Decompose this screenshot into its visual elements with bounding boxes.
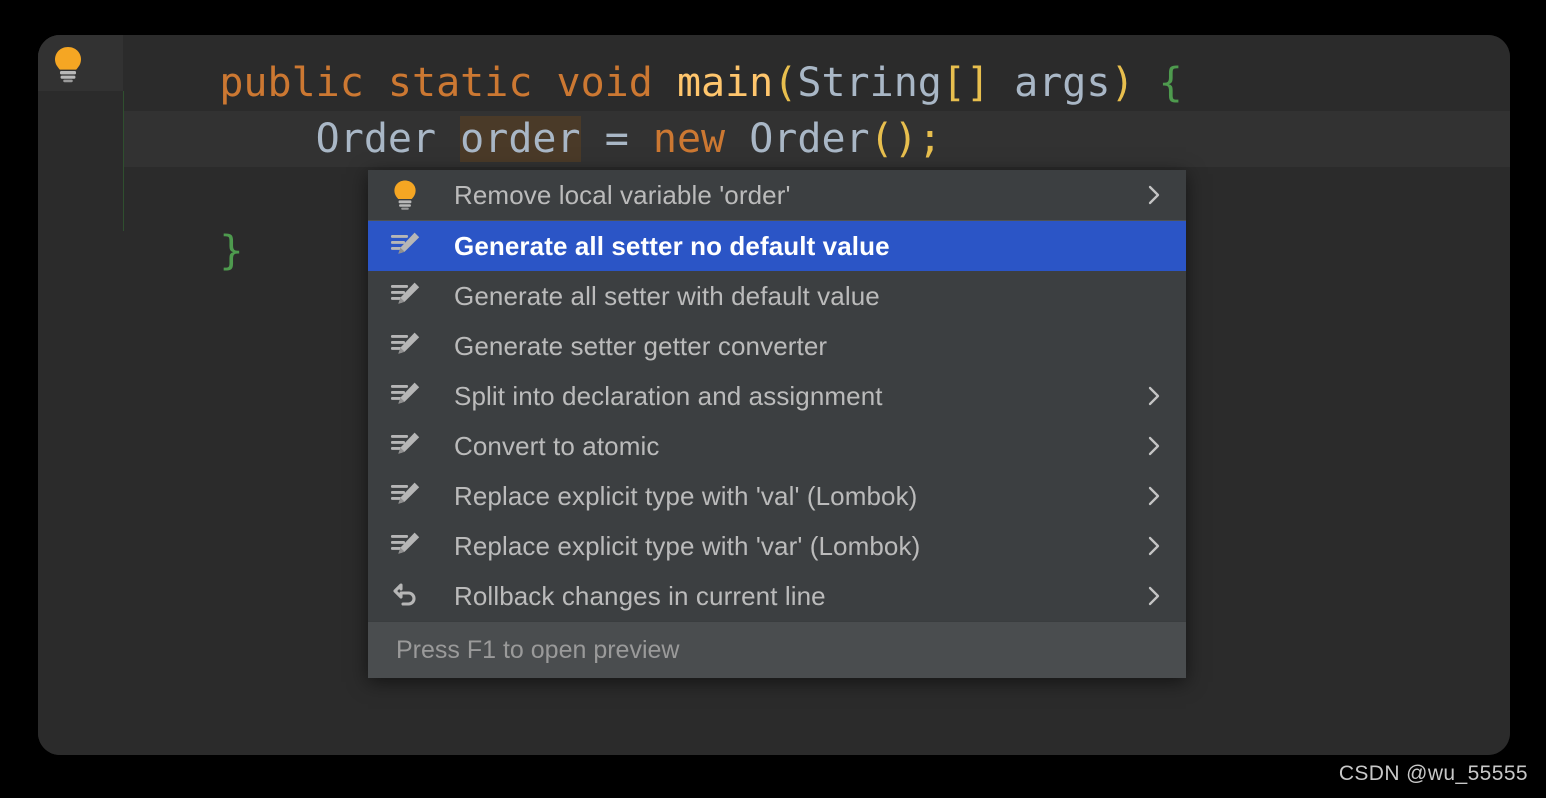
code-line-text: } — [123, 223, 243, 279]
editor-gutter[interactable] — [38, 35, 123, 755]
code-token: Order — [749, 116, 870, 162]
intention-pencil-icon — [390, 530, 430, 562]
code-token: ( — [773, 60, 798, 106]
code-token: new — [652, 116, 726, 162]
popup-footer: Press F1 to open preview — [368, 621, 1186, 678]
menu-item-label: Generate setter getter converter — [454, 330, 828, 361]
code-token: ) — [1110, 60, 1135, 106]
menu-item-4[interactable]: Split into declaration and assignment — [368, 371, 1186, 421]
code-token: Order — [315, 116, 437, 162]
rollback-undo-icon — [390, 580, 430, 612]
code-line-text: public static void main(String[] args) { — [123, 55, 1183, 111]
code-token: public — [219, 60, 364, 106]
menu-item-0[interactable]: Remove local variable 'order' — [368, 170, 1186, 220]
code-line: Order order = new Order(); — [38, 111, 1510, 167]
intention-pencil-icon — [390, 480, 430, 512]
menu-item-2[interactable]: Generate all setter with default value — [368, 271, 1186, 321]
intention-pencil-icon — [390, 380, 430, 412]
menu-item-label: Replace explicit type with 'val' (Lombok… — [454, 480, 918, 511]
code-token: String — [797, 60, 942, 106]
code-token: = — [604, 116, 629, 162]
code-token: static — [387, 60, 533, 106]
menu-item-1[interactable]: Generate all setter no default value — [368, 221, 1186, 271]
ide-window: public static void main(String[] args) {… — [38, 35, 1510, 755]
code-token: } — [219, 228, 244, 274]
chevron-right-icon[interactable] — [1132, 485, 1186, 507]
chevron-right-icon[interactable] — [1132, 184, 1186, 206]
intention-pencil-icon — [390, 330, 430, 362]
menu-item-label: Generate all setter with default value — [454, 280, 880, 311]
intention-pencil-icon — [390, 430, 430, 462]
menu-item-8[interactable]: Rollback changes in current line — [368, 571, 1186, 621]
menu-item-3[interactable]: Generate setter getter converter — [368, 321, 1186, 371]
intention-pencil-icon — [390, 230, 430, 262]
menu-item-6[interactable]: Replace explicit type with 'val' (Lombok… — [368, 471, 1186, 521]
menu-item-7[interactable]: Replace explicit type with 'var' (Lombok… — [368, 521, 1186, 571]
code-token: ; — [917, 116, 942, 162]
code-token: void — [556, 60, 653, 106]
chevron-right-icon[interactable] — [1132, 435, 1186, 457]
lightbulb-icon[interactable] — [50, 45, 86, 83]
menu-item-label: Convert to atomic — [454, 430, 660, 461]
intention-menu-list[interactable]: Remove local variable 'order' Generate al… — [368, 170, 1186, 621]
watermark-label: CSDN @wu_55555 — [1338, 762, 1528, 785]
chevron-right-icon[interactable] — [1132, 585, 1186, 607]
menu-item-label: Replace explicit type with 'var' (Lombok… — [454, 530, 921, 561]
lightbulb-icon — [390, 179, 430, 211]
preview-hint-label: Press F1 to open preview — [396, 635, 680, 664]
menu-item-label: Rollback changes in current line — [454, 580, 826, 611]
code-token: main — [676, 60, 774, 106]
chevron-right-icon[interactable] — [1132, 385, 1186, 407]
code-token: args — [990, 60, 1111, 106]
code-token: order — [460, 116, 581, 162]
intention-pencil-icon — [390, 280, 430, 312]
menu-item-5[interactable]: Convert to atomic — [368, 421, 1186, 471]
menu-item-label: Split into declaration and assignment — [454, 380, 883, 411]
code-line: public static void main(String[] args) { — [38, 55, 1510, 111]
code-token: [] — [941, 60, 991, 106]
menu-item-label: Generate all setter no default value — [454, 230, 890, 261]
code-line-text: Order order = new Order(); — [123, 111, 942, 167]
code-token: { — [1158, 60, 1183, 106]
menu-item-label: Remove local variable 'order' — [454, 179, 791, 210]
code-token: () — [869, 116, 918, 162]
chevron-right-icon[interactable] — [1132, 535, 1186, 557]
intention-actions-popup[interactable]: Remove local variable 'order' Generate al… — [368, 170, 1186, 678]
